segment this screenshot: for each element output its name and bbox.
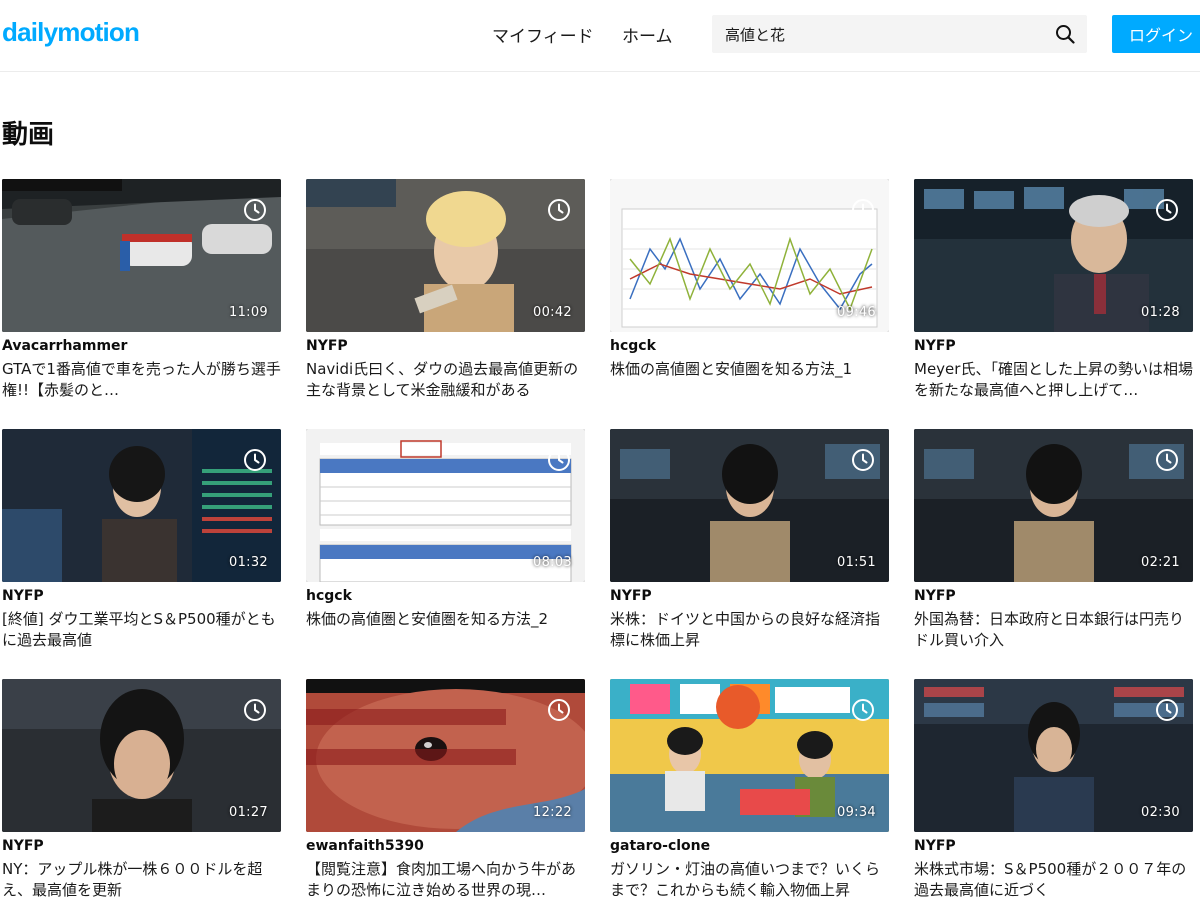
video-duration: 02:30	[1141, 805, 1180, 820]
video-title[interactable]: Navidi氏曰く、ダウの過去最高値更新の主な背景として米金融緩和がある	[306, 359, 585, 401]
channel-name[interactable]: gataro-clone	[610, 838, 889, 856]
channel-name[interactable]: Avacarrhammer	[2, 338, 281, 356]
video-title[interactable]: Meyer氏、「確固とした上昇の勢いは相場を新たな最高値へと押し上げて…	[914, 359, 1193, 401]
video-title[interactable]: 米株：ドイツと中国からの良好な経済指標に株価上昇	[610, 609, 889, 651]
video-grid: 11:09 Avacarrhammer GTAで1番高値で車を売った人が勝ち選手…	[2, 179, 1200, 897]
video-title[interactable]: GTAで1番高値で車を売った人が勝ち選手権!!【赤髪のと…	[2, 359, 281, 401]
watch-later-clock-icon[interactable]	[1155, 198, 1179, 222]
video-thumbnail[interactable]: 12:22	[306, 679, 585, 832]
watch-later-clock-icon[interactable]	[547, 448, 571, 472]
channel-name[interactable]: hcgck	[306, 588, 585, 606]
video-card[interactable]: 01:51 NYFP 米株：ドイツと中国からの良好な経済指標に株価上昇	[610, 429, 889, 656]
channel-name[interactable]: NYFP	[2, 838, 281, 856]
search-input[interactable]	[712, 15, 1047, 53]
video-duration: 11:09	[229, 305, 268, 320]
video-duration: 01:28	[1141, 305, 1180, 320]
video-thumbnail[interactable]: 01:28	[914, 179, 1193, 332]
watch-later-clock-icon[interactable]	[1155, 698, 1179, 722]
video-thumbnail[interactable]: 02:21	[914, 429, 1193, 582]
video-title[interactable]: 米株式市場：S＆P500種が２００７年の過去最高値に近づく	[914, 859, 1193, 897]
section-title-videos: 動画	[2, 120, 55, 150]
channel-name[interactable]: hcgck	[610, 338, 889, 356]
watch-later-clock-icon[interactable]	[851, 198, 875, 222]
watch-later-clock-icon[interactable]	[1155, 448, 1179, 472]
video-title[interactable]: ガソリン・灯油の高値いつまで？いくらまで？これからも続く輸入物価上昇	[610, 859, 889, 897]
video-card[interactable]: 09:34 gataro-clone ガソリン・灯油の高値いつまで？いくらまで？…	[610, 679, 889, 897]
video-duration: 01:32	[229, 555, 268, 570]
video-card[interactable]: 01:27 NYFP NY：アップル株が一株６００ドルを超え、最高値を更新	[2, 679, 281, 897]
video-thumbnail[interactable]: 01:32	[2, 429, 281, 582]
video-duration: 01:27	[229, 805, 268, 820]
channel-name[interactable]: NYFP	[610, 588, 889, 606]
video-card[interactable]: 08:03 hcgck 株価の高値圏と安値圏を知る方法_2	[306, 429, 585, 656]
video-duration: 00:42	[533, 305, 572, 320]
video-thumbnail[interactable]: 01:27	[2, 679, 281, 832]
video-duration: 09:34	[837, 805, 876, 820]
watch-later-clock-icon[interactable]	[243, 448, 267, 472]
video-duration: 09:46	[837, 305, 876, 320]
video-thumbnail[interactable]: 09:34	[610, 679, 889, 832]
video-duration: 08:03	[533, 555, 572, 570]
channel-name[interactable]: ewanfaith5390	[306, 838, 585, 856]
watch-later-clock-icon[interactable]	[851, 448, 875, 472]
watch-later-clock-icon[interactable]	[243, 698, 267, 722]
channel-name[interactable]: NYFP	[306, 338, 585, 356]
channel-name[interactable]: NYFP	[914, 588, 1193, 606]
channel-name[interactable]: NYFP	[914, 838, 1193, 856]
video-card[interactable]: 02:30 NYFP 米株式市場：S＆P500種が２００７年の過去最高値に近づく	[914, 679, 1193, 897]
video-title[interactable]: [終値] ダウ工業平均とS＆P500種がともに過去最高値	[2, 609, 281, 651]
nav-my-feed[interactable]: マイフィード	[492, 22, 594, 47]
video-thumbnail[interactable]: 02:30	[914, 679, 1193, 832]
search-bar	[712, 15, 1087, 53]
channel-name[interactable]: NYFP	[914, 338, 1193, 356]
watch-later-clock-icon[interactable]	[547, 698, 571, 722]
nav-home[interactable]: ホーム	[622, 22, 673, 47]
video-card[interactable]: 12:22 ewanfaith5390 【閲覧注意】食肉加工場へ向かう牛があまり…	[306, 679, 585, 897]
video-card[interactable]: 01:28 NYFP Meyer氏、「確固とした上昇の勢いは相場を新たな最高値へ…	[914, 179, 1193, 406]
video-thumbnail[interactable]: 00:42	[306, 179, 585, 332]
video-card[interactable]: 09:46 hcgck 株価の高値圏と安値圏を知る方法_1	[610, 179, 889, 406]
video-duration: 12:22	[533, 805, 572, 820]
top-header: dailymotion マイフィード ホーム ログイン	[0, 0, 1200, 72]
watch-later-clock-icon[interactable]	[547, 198, 571, 222]
video-thumbnail[interactable]: 01:51	[610, 429, 889, 582]
video-card[interactable]: 00:42 NYFP Navidi氏曰く、ダウの過去最高値更新の主な背景として米…	[306, 179, 585, 406]
video-title[interactable]: NY：アップル株が一株６００ドルを超え、最高値を更新	[2, 859, 281, 897]
dailymotion-logo[interactable]: dailymotion	[2, 17, 140, 48]
video-thumbnail[interactable]: 08:03	[306, 429, 585, 582]
video-card[interactable]: 02:21 NYFP 外国為替：日本政府と日本銀行は円売りドル買い介入	[914, 429, 1193, 656]
video-card[interactable]: 11:09 Avacarrhammer GTAで1番高値で車を売った人が勝ち選手…	[2, 179, 281, 406]
video-duration: 02:21	[1141, 555, 1180, 570]
video-title[interactable]: 株価の高値圏と安値圏を知る方法_2	[306, 609, 585, 651]
watch-later-clock-icon[interactable]	[851, 698, 875, 722]
video-duration: 01:51	[837, 555, 876, 570]
video-title[interactable]: 【閲覧注意】食肉加工場へ向かう牛があまりの恐怖に泣き始める世界の現…	[306, 859, 585, 897]
video-thumbnail[interactable]: 11:09	[2, 179, 281, 332]
channel-name[interactable]: NYFP	[2, 588, 281, 606]
video-title[interactable]: 株価の高値圏と安値圏を知る方法_1	[610, 359, 889, 401]
video-card[interactable]: 01:32 NYFP [終値] ダウ工業平均とS＆P500種がともに過去最高値	[2, 429, 281, 656]
video-thumbnail[interactable]: 09:46	[610, 179, 889, 332]
search-icon[interactable]	[1055, 24, 1075, 44]
watch-later-clock-icon[interactable]	[243, 198, 267, 222]
video-title[interactable]: 外国為替：日本政府と日本銀行は円売りドル買い介入	[914, 609, 1193, 651]
login-button[interactable]: ログイン	[1112, 15, 1200, 53]
